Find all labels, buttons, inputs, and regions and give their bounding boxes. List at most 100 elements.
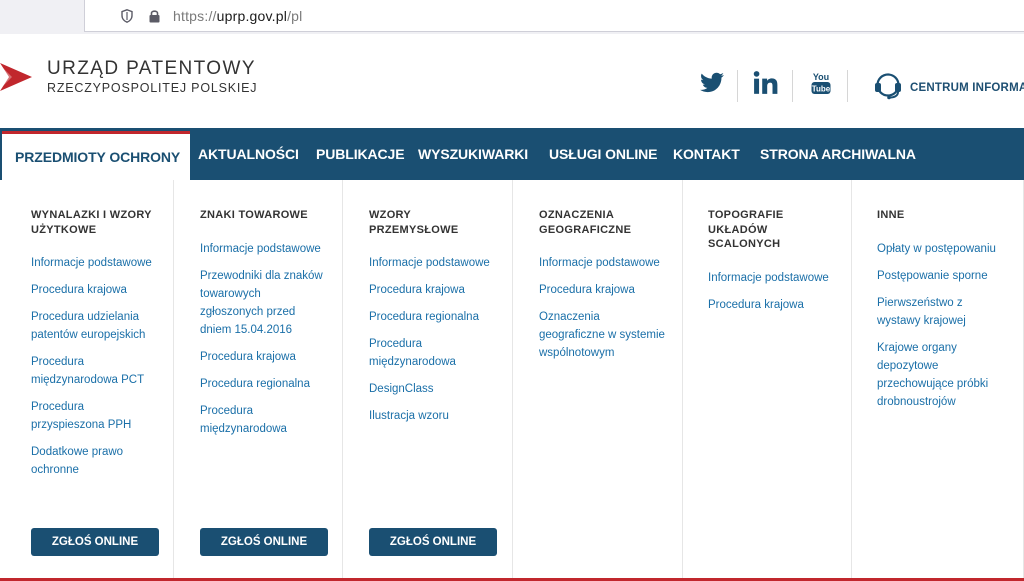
shield-icon[interactable] (121, 9, 133, 23)
nav-item-strona-archiwalna[interactable]: STRONA ARCHIWALNA (760, 128, 916, 180)
menu-column-title-line: INNE (877, 209, 905, 221)
menu-link[interactable]: Ilustracja wzoru (369, 407, 505, 425)
contact-center-link[interactable]: CENTRUM INFORMA (910, 82, 1024, 94)
menu-link-line: Krajowe organy (877, 341, 957, 354)
menu-link-line: Informacje podstawowe (200, 242, 321, 255)
twitter-icon[interactable] (699, 70, 725, 96)
menu-link[interactable]: Procedura krajowa (708, 296, 844, 314)
menu-column-title-line: SCALONYCH (708, 238, 781, 250)
menu-link[interactable]: Przewodniki dla znaków towarowych zgłoszon… (200, 267, 335, 339)
browser-toolbar: https://uprp.gov.pl/pl (0, 0, 1024, 34)
menu-link[interactable]: Procedura krajowa (369, 281, 505, 299)
menu-link-line: Informacje podstawowe (539, 257, 660, 269)
menu-column-wynalazki: WYNALAZKI I WZORY UŻYTKOWE Informacje pods… (0, 180, 174, 578)
nav-item-uslugi-online[interactable]: USŁUGI ONLINE (549, 128, 657, 180)
menu-link-line: towarowych (200, 287, 261, 300)
menu-link-line: patentów europejskich (31, 329, 146, 341)
menu-link-line: depozytowe (877, 359, 939, 372)
lock-icon[interactable] (149, 9, 160, 23)
zglos-online-button[interactable]: ZGŁOŚ ONLINE (200, 528, 328, 556)
menu-link-line: DesignClass (369, 383, 434, 395)
youtube-icon[interactable]: You Tube (808, 70, 834, 96)
menu-column-title[interactable]: WZORY PRZEMYSŁOWE (369, 208, 505, 237)
menu-link[interactable]: Informacje podstawowe (200, 240, 335, 258)
menu-link-line: Procedura krajowa (539, 284, 635, 296)
headset-icon[interactable] (873, 72, 903, 100)
menu-column-title-line: TOPOGRAFIE (708, 209, 784, 221)
menu-link[interactable]: Opłaty w postępowaniu (877, 240, 1016, 258)
menu-link-line: Ilustracja wzoru (369, 410, 449, 422)
menu-column-znaki-towarowe: ZNAKI TOWAROWE Informacje podstawowe Przew… (174, 180, 343, 578)
menu-link-line: Informacje podstawowe (369, 257, 490, 269)
url-prefix: https:// (173, 8, 217, 24)
linkedin-icon[interactable] (753, 70, 779, 96)
menu-link[interactable]: Postępowanie sporne (877, 267, 1016, 285)
main-nav: PRZEDMIOTY OCHRONY AKTUALNOŚCI PUBLIKACJ… (0, 128, 1024, 180)
menu-column-title[interactable]: TOPOGRAFIE UKŁADÓW SCALONYCH (708, 208, 844, 252)
nav-item-aktualnosci[interactable]: AKTUALNOŚCI (198, 128, 299, 180)
menu-link[interactable]: Procedura przyspieszona PPH (31, 398, 166, 434)
menu-column-topografie: TOPOGRAFIE UKŁADÓW SCALONYCH Informacje pod… (683, 180, 852, 578)
menu-link[interactable]: Informacje podstawowe (369, 254, 505, 272)
menu-column-title[interactable]: INNE (877, 208, 1016, 223)
menu-link-line: Oznaczenia (539, 311, 600, 323)
address-bar[interactable]: https://uprp.gov.pl/pl (84, 0, 1024, 32)
menu-link-line: Procedura krajowa (200, 350, 296, 363)
menu-link-line: Postępowanie sporne (877, 269, 988, 282)
logo-mark-icon[interactable] (0, 63, 32, 91)
menu-link[interactable]: Procedura międzynarodowa (200, 402, 335, 438)
menu-link-line: Procedura (31, 356, 85, 368)
logo-title[interactable]: URZĄD PATENTOWY (47, 58, 256, 80)
menu-link-line: Procedura krajowa (31, 284, 127, 296)
menu-link-line: Procedura regionalna (369, 311, 479, 323)
menu-link[interactable]: Dodatkowe prawo ochronne (31, 443, 166, 479)
menu-link[interactable]: Oznaczenia geograficzne w systemie wspólno… (539, 308, 675, 362)
menu-link[interactable]: Procedura krajowa (539, 281, 675, 299)
menu-column-title-line: UŻYTKOWE (31, 223, 97, 236)
nav-item-wyszukiwarki[interactable]: WYSZUKIWARKI (418, 128, 528, 180)
menu-link-line: Procedura udzielania (31, 311, 140, 323)
menu-link-line: Procedura krajowa (369, 284, 465, 296)
menu-link[interactable]: Procedura udzielania patentów europejskic… (31, 308, 166, 344)
menu-link-line: Pierwszeństwo z (877, 296, 963, 309)
menu-column-title-line: UKŁADÓW (708, 223, 768, 236)
url-path: /pl (287, 8, 303, 24)
menu-column-title[interactable]: ZNAKI TOWAROWE (200, 208, 335, 223)
nav-item-przedmioty-ochrony[interactable]: PRZEDMIOTY OCHRONY (2, 131, 190, 180)
menu-link-line: drobnoustrojów (877, 395, 956, 408)
menu-link-line: Informacje podstawowe (708, 271, 829, 284)
menu-link[interactable]: Informacje podstawowe (31, 254, 166, 272)
menu-link[interactable]: DesignClass (369, 380, 505, 398)
menu-link[interactable]: Pierwszeństwo z wystawy krajowej (877, 294, 1016, 330)
social-divider (847, 70, 848, 102)
menu-link-line: Procedura regionalna (200, 377, 310, 390)
menu-link-line: Informacje podstawowe (31, 257, 152, 269)
menu-link[interactable]: Informacje podstawowe (539, 254, 675, 272)
menu-column-title[interactable]: OZNACZENIA GEOGRAFICZNE (539, 208, 675, 237)
url-text[interactable]: https://uprp.gov.pl/pl (173, 8, 302, 24)
mega-menu: WYNALAZKI I WZORY UŻYTKOWE Informacje pods… (0, 180, 1024, 578)
nav-item-kontakt[interactable]: KONTAKT (673, 128, 740, 180)
menu-column-wzory-przemyslowe: WZORY PRZEMYSŁOWE Informacje podstawowe Pro… (343, 180, 513, 578)
menu-link-line: międzynarodowa (200, 422, 287, 435)
menu-link[interactable]: Informacje podstawowe (708, 269, 844, 287)
zglos-online-button[interactable]: ZGŁOŚ ONLINE (31, 528, 159, 556)
menu-link[interactable]: Procedura krajowa (31, 281, 166, 299)
menu-column-title-line: WZORY (369, 209, 412, 221)
menu-link-line: geograficzne w systemie (539, 329, 665, 341)
menu-link[interactable]: Procedura międzynarodowa PCT (31, 353, 166, 389)
social-divider (792, 70, 793, 102)
menu-link-line: międzynarodowa PCT (31, 374, 145, 386)
zglos-online-button[interactable]: ZGŁOŚ ONLINE (369, 528, 497, 556)
menu-link-line: Dodatkowe prawo (31, 446, 124, 458)
menu-link[interactable]: Krajowe organy depozytowe przechowujące pr… (877, 339, 1016, 411)
menu-link[interactable]: Procedura regionalna (369, 308, 505, 326)
logo-subtitle[interactable]: RZECZYPOSPOLITEJ POLSKIEJ (47, 81, 257, 95)
menu-link[interactable]: Procedura międzynarodowa (369, 335, 505, 371)
menu-link[interactable]: Procedura regionalna (200, 375, 335, 393)
menu-link-line: wspólnotowym (539, 347, 615, 359)
menu-link[interactable]: Procedura krajowa (200, 348, 335, 366)
nav-item-publikacje[interactable]: PUBLIKACJE (316, 128, 405, 180)
menu-column-title[interactable]: WYNALAZKI I WZORY UŻYTKOWE (31, 208, 166, 237)
menu-column-title-line: PRZEMYSŁOWE (369, 223, 459, 236)
